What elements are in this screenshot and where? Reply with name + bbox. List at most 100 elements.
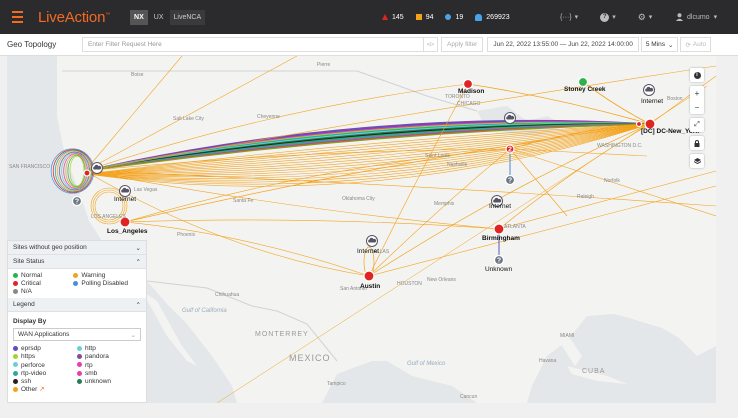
filter-code-button[interactable]: </> <box>424 37 438 52</box>
node-label-unknown[interactable]: Unknown <box>485 266 512 273</box>
legend-item[interactable]: unknown <box>77 378 141 386</box>
internet-cloud-icon[interactable] <box>366 235 378 247</box>
lock-button[interactable] <box>690 136 704 150</box>
user-menu[interactable]: dlcumo ▾ <box>676 0 717 34</box>
interval-select[interactable]: 5 Mins ⌄ <box>640 37 679 52</box>
node-label-austin[interactable]: Austin <box>360 283 380 290</box>
top-navigation-bar: LiveAction™ NX UX LiveNCA 145 94 19 2699… <box>0 0 738 34</box>
hamburger-menu-icon[interactable] <box>0 0 34 34</box>
chevron-down-icon: ▾ <box>612 14 616 21</box>
help-menu[interactable]: ? ▾ <box>600 12 616 22</box>
info-icon[interactable]: i <box>690 68 704 82</box>
chevron-down-icon: ▾ <box>713 14 718 21</box>
node-label-internet-south[interactable]: Internet <box>489 203 511 210</box>
legend-item[interactable]: pandora <box>77 353 141 361</box>
notifications-counter[interactable]: 269923 <box>475 13 510 21</box>
status-dot-icon <box>13 288 18 294</box>
legend-list: eprsdp http https pandora perforce rtp rtp-vid… <box>13 345 141 395</box>
user-icon <box>676 13 683 21</box>
place-norfolk: Norfolk <box>604 178 620 184</box>
site-node-austin[interactable] <box>363 270 375 282</box>
site-status-item: N/A <box>13 288 69 295</box>
auto-refresh-button[interactable]: ⟳ Auto <box>680 37 712 52</box>
zoom-out-button[interactable]: − <box>690 100 704 114</box>
lock-icon <box>694 139 700 147</box>
node-label-madison[interactable]: Madison <box>458 88 484 95</box>
map-right-gutter <box>716 56 738 403</box>
legend-dot-icon <box>13 387 18 393</box>
place-phoenix: Phoenix <box>177 232 196 238</box>
site-status-header[interactable]: Site Status ⌃ <box>8 255 146 269</box>
legend-dot-icon <box>77 370 82 376</box>
sites-without-geo-header[interactable]: Sites without geo position ⌄ <box>8 241 146 255</box>
place-mexico: MEXICO <box>289 353 331 363</box>
code-menu[interactable]: {···} ▾ <box>560 13 578 22</box>
site-status-item: Critical <box>13 280 69 287</box>
place-san-francisco: SAN FRANCISCO <box>9 164 51 170</box>
legend-dot-icon <box>13 345 18 351</box>
app-logo[interactable]: LiveAction™ <box>38 9 110 26</box>
internet-cloud-icon[interactable] <box>91 162 103 174</box>
place-salt-lake: Salt Lake City <box>173 116 204 122</box>
username: dlcumo <box>687 13 710 21</box>
site-node-unknown-glyph: ? <box>497 258 501 265</box>
refresh-icon: ⟳ <box>685 41 693 49</box>
filter-request-input[interactable]: Enter Filter Request Here <box>82 37 424 52</box>
legend-item[interactable]: https <box>13 353 77 361</box>
node-label-los-angeles[interactable]: Los_Angeles <box>107 228 147 235</box>
place-santa-fe: Santa Fe <box>233 198 254 204</box>
legend-item[interactable]: Other ↗ <box>13 386 77 394</box>
warning-square-icon <box>415 14 422 20</box>
node-label-internet-tx[interactable]: Internet <box>357 248 379 255</box>
warning-alert-counter[interactable]: 94 <box>415 14 433 21</box>
place-boise: Boise <box>131 72 144 78</box>
site-node-unknown-mid-glyph: ? <box>508 178 512 185</box>
display-by-select[interactable]: WAN Applications ⌄ <box>13 328 141 341</box>
product-tab-ux[interactable]: UX <box>150 10 168 25</box>
external-link-icon[interactable]: ↗ <box>37 386 44 393</box>
legend-dot-icon <box>77 345 82 351</box>
legend-item[interactable]: eprsdp <box>13 345 77 353</box>
help-icon: ? <box>600 12 610 22</box>
place-las-vegas: Las Vegas <box>134 187 158 193</box>
chevron-down-icon: ▾ <box>648 14 653 21</box>
settings-menu[interactable]: ⚙ ▾ <box>638 12 653 23</box>
node-label-internet-ne[interactable]: Internet <box>641 98 663 105</box>
status-dot-icon <box>13 272 18 278</box>
product-tab-livenca[interactable]: LiveNCA <box>169 9 206 25</box>
place-chicago: CHICAGO <box>457 101 481 107</box>
app-root: LiveAction™ NX UX LiveNCA 145 94 19 2699… <box>0 0 738 418</box>
apply-filter-button[interactable]: Apply filter <box>441 37 484 52</box>
zoom-in-button[interactable]: + <box>690 86 704 100</box>
legend-item[interactable]: perforce <box>13 362 77 370</box>
place-cancun: Cancun <box>460 394 478 400</box>
fit-to-screen-button[interactable]: ⤢ <box>690 118 704 132</box>
legend-item[interactable]: smb <box>77 370 141 378</box>
info-alert-counter[interactable]: 19 <box>445 14 463 21</box>
place-chihuahua: Chihuahua <box>215 292 240 298</box>
legend-dot-icon <box>13 370 18 376</box>
legend-item[interactable]: rtp-video <box>13 370 77 378</box>
legend-item[interactable]: ssh <box>13 378 77 386</box>
internet-cloud-icon[interactable] <box>119 185 131 197</box>
chevron-up-icon: ⌃ <box>135 258 141 266</box>
site-node-birmingham[interactable] <box>493 223 505 235</box>
internet-cloud-icon[interactable] <box>643 84 655 96</box>
legend-item[interactable]: rtp <box>77 362 141 370</box>
product-tab-nx[interactable]: NX <box>130 9 148 25</box>
date-range-picker[interactable]: Jun 22, 2022 13:55:00 — Jun 22, 2022 14:… <box>487 37 639 52</box>
node-label-internet-west[interactable]: Internet <box>114 196 136 203</box>
map-controls: i + − ⤢ <box>690 68 712 168</box>
node-label-birmingham[interactable]: Birmingham <box>482 235 520 242</box>
place-new-orleans: New Orleans <box>427 277 456 283</box>
critical-alert-counter[interactable]: 145 <box>382 14 404 21</box>
legend-header[interactable]: Legend ⌃ <box>8 298 146 312</box>
site-node-midwest-glyph: 2 <box>508 147 512 154</box>
node-label-stoney-creek[interactable]: Stoney Creek <box>564 86 606 93</box>
site-node-dc-new-york-aux[interactable] <box>635 120 643 128</box>
layers-button[interactable] <box>690 154 704 168</box>
site-node-san-francisco[interactable] <box>83 169 91 177</box>
internet-cloud-icon[interactable] <box>504 112 516 124</box>
legend-item[interactable]: http <box>77 345 141 353</box>
place-saint-louis: Saint Louis <box>425 153 450 159</box>
